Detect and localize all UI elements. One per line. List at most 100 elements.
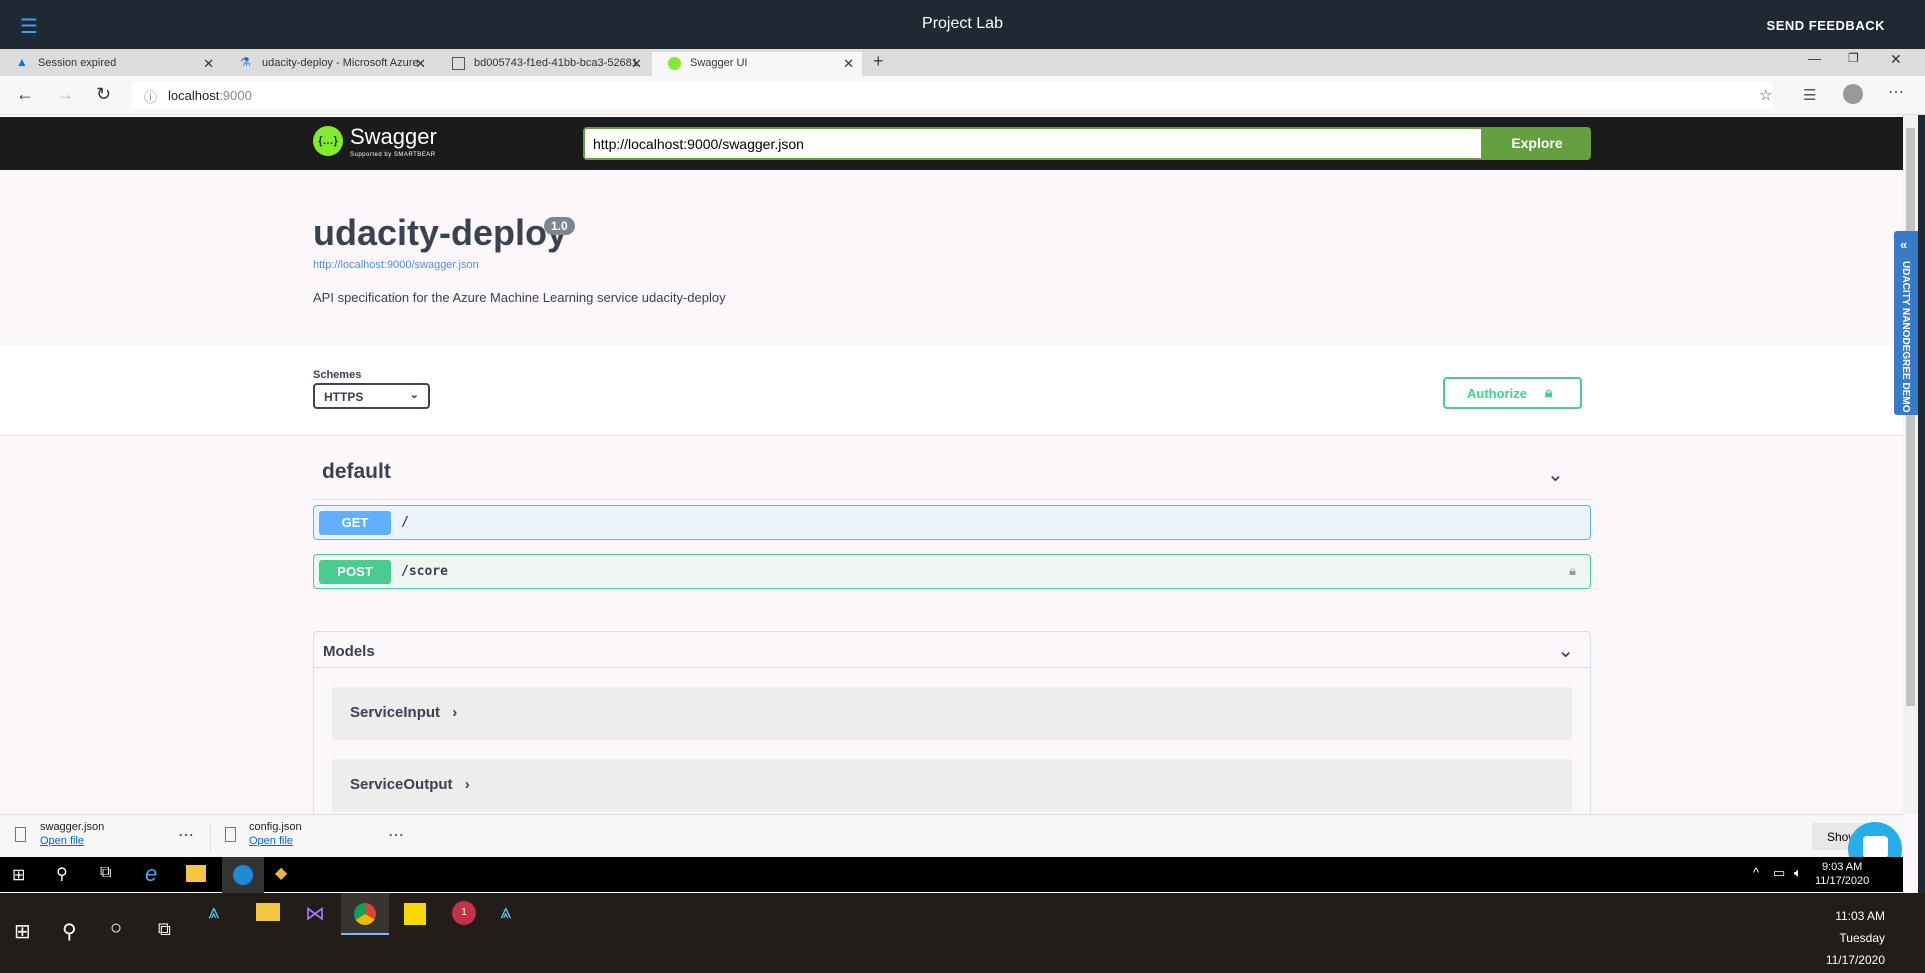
- task-view-icon[interactable]: ⧉: [158, 919, 171, 940]
- swagger-logo-text: Swagger: [350, 124, 437, 149]
- lock-icon[interactable]: 🔒︎: [1569, 563, 1576, 579]
- chrome-icon[interactable]: [341, 893, 389, 935]
- chevron-right-icon: ›: [452, 704, 458, 721]
- ml-flask-icon: ⚗: [240, 55, 251, 69]
- clock-day: Tuesday: [1839, 931, 1885, 945]
- close-window-icon[interactable]: ✕: [1890, 51, 1902, 68]
- internet-explorer-icon[interactable]: e: [145, 861, 157, 887]
- new-tab-icon[interactable]: +: [873, 51, 884, 72]
- close-tab-icon[interactable]: ✕: [415, 56, 426, 72]
- operation-post-score[interactable]: POST /score 🔒︎: [313, 554, 1591, 589]
- download-name: config.json: [249, 821, 302, 833]
- models-title[interactable]: Models: [323, 643, 375, 660]
- close-tab-icon[interactable]: ✕: [843, 56, 854, 72]
- model-serviceinput[interactable]: ServiceInput ›: [332, 687, 1572, 740]
- authorize-button[interactable]: Authorize 🔒︎: [1443, 377, 1582, 409]
- forward-icon[interactable]: →: [56, 84, 74, 105]
- profile-avatar-icon[interactable]: [1843, 84, 1863, 104]
- send-feedback-button[interactable]: SEND FEEDBACK: [1767, 18, 1885, 33]
- swagger-logo-icon: {…}: [313, 126, 343, 156]
- search-icon[interactable]: ⚲: [62, 919, 77, 944]
- lock-icon: 🔒︎: [1545, 384, 1553, 400]
- file-explorer-icon[interactable]: [256, 903, 280, 921]
- udacity-side-tab[interactable]: « UDACITY NANODEGREE DEMO: [1894, 231, 1918, 415]
- tab-session-expired[interactable]: ▲ Session expired ✕: [0, 52, 222, 76]
- azure-icon: ▲: [16, 55, 28, 69]
- side-tab-label: UDACITY NANODEGREE DEMO: [1900, 261, 1911, 413]
- download-name: swagger.json: [40, 821, 105, 833]
- version-badge: 1.0: [544, 217, 575, 235]
- url-host: localhost: [168, 88, 220, 103]
- frame-edge: [1918, 0, 1925, 893]
- authorize-label: Authorize: [1467, 386, 1527, 401]
- schemes-section: [0, 346, 1903, 436]
- explore-button[interactable]: Explore: [1483, 127, 1591, 160]
- model-serviceoutput[interactable]: ServiceOutput ›: [332, 759, 1572, 812]
- open-file-link[interactable]: Open file: [40, 835, 104, 847]
- clock-time: 9:03 AM: [1821, 861, 1863, 873]
- tag-default[interactable]: default: [313, 460, 391, 484]
- refresh-icon[interactable]: ↻: [96, 84, 111, 105]
- clock-date: 11/17/2020: [1825, 953, 1885, 967]
- file-explorer-icon[interactable]: [186, 865, 206, 882]
- downloads-bar: swagger.json Open file ⋯ config.json Open …: [0, 814, 1903, 857]
- schemes-label: Schemes: [313, 369, 362, 381]
- tray-chevron-icon[interactable]: ^: [1753, 865, 1759, 880]
- tab-label: udacity-deploy - Microsoft Azure: [262, 57, 419, 69]
- schemes-select[interactable]: HTTPS ⌄: [313, 383, 430, 409]
- cortana-icon[interactable]: ○: [110, 917, 122, 940]
- edge-icon[interactable]: [222, 857, 264, 893]
- sticky-notes-icon[interactable]: [404, 903, 426, 925]
- remote-taskbar: ⊞ ⚲ ⧉ e ◆ ^ ▭ 🔈︎ 9:03 AM 11/17/2020: [0, 857, 1903, 893]
- close-tab-icon[interactable]: ✕: [203, 56, 214, 72]
- operation-get-root[interactable]: GET /: [313, 505, 1591, 540]
- open-file-link[interactable]: Open file: [249, 835, 302, 847]
- operation-path: /score: [401, 564, 448, 579]
- chevron-down-icon[interactable]: ⌄: [1557, 638, 1574, 663]
- spec-link[interactable]: http://localhost:9000/swagger.json: [313, 259, 479, 271]
- back-icon[interactable]: ←: [16, 84, 34, 105]
- clock-date: 11/17/2020: [1815, 875, 1870, 887]
- host-clock[interactable]: 11:03 AM Tuesday 11/17/2020: [1826, 905, 1885, 971]
- windows-start-icon[interactable]: ⊞: [12, 865, 25, 885]
- spec-url-input[interactable]: http://localhost:9000/swagger.json: [583, 127, 1483, 160]
- file-icon: [225, 827, 236, 842]
- project-lab-header: ☰ Project Lab SEND FEEDBACK: [0, 0, 1925, 49]
- browser-tab-strip: ▲ Session expired ✕ ⚗ udacity-deploy - Micr…: [0, 49, 1925, 76]
- double-chevron-left-icon: «: [1900, 237, 1908, 252]
- download-item[interactable]: config.json Open file: [249, 821, 302, 847]
- url-input[interactable]: ⓘ localhost:9000: [132, 82, 1772, 109]
- visual-studio-icon[interactable]: ⋈: [305, 901, 325, 926]
- network-icon[interactable]: ▭: [1773, 865, 1785, 881]
- windows-start-icon[interactable]: ⊞: [14, 919, 31, 944]
- host-taskbar: ⊞ ⚲ ○ ⧉ ⩓ ⋈ 1 ⩓ 11:03 AM Tuesday 11/17/202…: [0, 893, 1925, 973]
- restore-icon[interactable]: ❐: [1848, 51, 1859, 65]
- chevron-down-icon[interactable]: ⌄: [1547, 462, 1564, 487]
- search-icon[interactable]: ⚲: [56, 864, 68, 884]
- address-bar-row: ← → ↻ ⓘ localhost:9000 ☆ ☰ ⋯: [0, 76, 1925, 115]
- azure-app-icon[interactable]: ⩓: [208, 901, 219, 924]
- more-icon[interactable]: ⋯: [178, 825, 194, 845]
- inner-clock[interactable]: 9:03 AM 11/17/2020: [1815, 860, 1869, 888]
- notification-app-icon[interactable]: 1: [452, 901, 476, 925]
- azure-app-icon[interactable]: ⩓: [500, 901, 511, 924]
- download-item[interactable]: swagger.json Open file: [40, 821, 104, 847]
- favorite-star-icon[interactable]: ☆: [1759, 86, 1772, 104]
- close-tab-icon[interactable]: ✕: [631, 56, 642, 72]
- more-icon[interactable]: ⋯: [388, 825, 404, 845]
- more-menu-icon[interactable]: ⋯: [1888, 82, 1904, 102]
- scrollbar-thumb[interactable]: [1906, 128, 1915, 706]
- favorites-list-icon[interactable]: ☰: [1803, 86, 1816, 104]
- volume-muted-icon[interactable]: 🔈︎: [1794, 865, 1802, 881]
- tab-swagger-ui[interactable]: Swagger UI ✕: [652, 52, 862, 76]
- info-section: [0, 170, 1903, 346]
- chevron-right-icon: ›: [464, 776, 470, 793]
- tab-bd005743[interactable]: bd005743-f1ed-41bb-bca3-52681 ✕: [436, 52, 650, 76]
- tab-label: Swagger UI: [690, 57, 748, 69]
- git-icon[interactable]: ◆: [275, 863, 287, 883]
- tab-udacity-deploy[interactable]: ⚗ udacity-deploy - Microsoft Azure ✕: [224, 52, 434, 76]
- task-view-icon[interactable]: ⧉: [100, 864, 111, 882]
- divider: [313, 499, 1591, 500]
- api-title: udacity-deploy: [313, 212, 568, 253]
- minimize-icon[interactable]: —: [1808, 51, 1821, 66]
